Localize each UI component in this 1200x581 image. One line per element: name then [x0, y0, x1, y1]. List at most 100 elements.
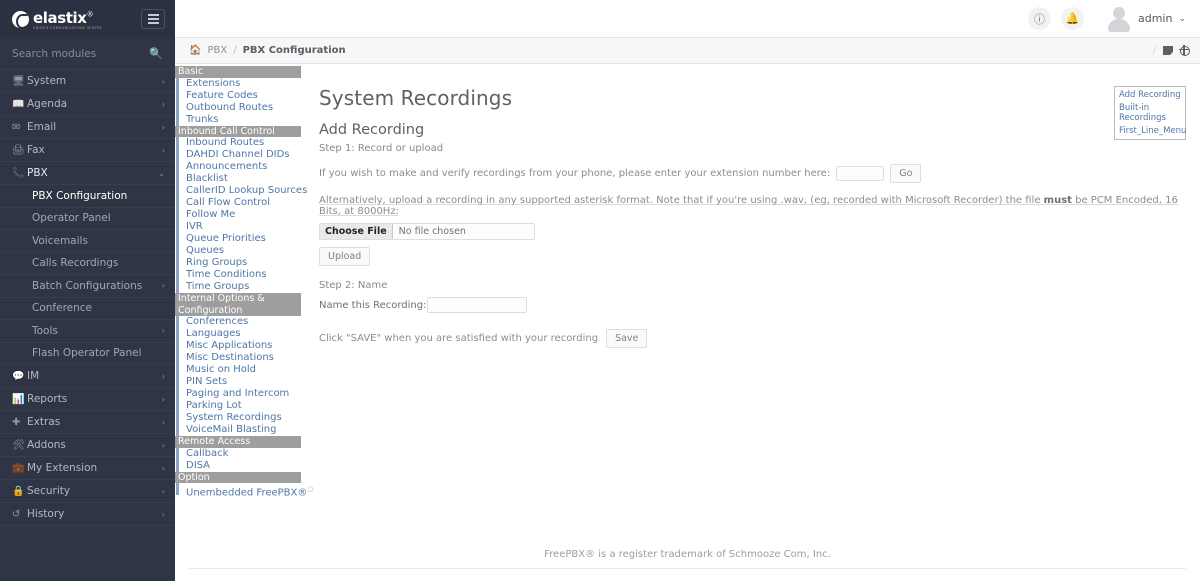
fpbx-link-callback[interactable]: Callback: [176, 447, 301, 460]
recording-name-input[interactable]: [426, 297, 527, 313]
chevron-right-icon: ›: [161, 122, 165, 132]
sidebar-item-reports[interactable]: 📊 Reports ›: [0, 388, 175, 411]
fpbx-link-conferences[interactable]: Conferences: [176, 316, 301, 328]
fpbx-link-ring-groups[interactable]: Ring Groups: [176, 257, 301, 269]
sidebar-item-operator-panel[interactable]: Operator Panel: [0, 207, 175, 230]
app-root: elastix® UNIFIED COMMUNICATIONS SERVER 🔍…: [0, 0, 1200, 581]
fpbx-link-misc-applications[interactable]: Misc Applications: [176, 340, 301, 352]
choose-file-button[interactable]: Choose File: [320, 224, 393, 239]
sidebar-item-label: Fax: [27, 144, 45, 156]
recordings-list-box: Add Recording Built-in Recordings First_…: [1114, 86, 1186, 140]
bell-icon[interactable]: 🔔: [1060, 7, 1084, 30]
elastix-logo[interactable]: elastix® UNIFIED COMMUNICATIONS SERVER: [12, 8, 102, 30]
sidebar-item-addons[interactable]: 🛠 Addons ›: [0, 434, 175, 457]
fpbx-link-blacklist[interactable]: Blacklist: [176, 173, 301, 185]
chevron-right-icon: ›: [161, 486, 165, 496]
hamburger-icon[interactable]: [141, 9, 165, 29]
fpbx-link-voicemail-blasting[interactable]: VoiceMail Blasting: [176, 424, 301, 436]
sidebar-item-email[interactable]: ✉ Email ›: [0, 116, 175, 139]
alt-upload-instruction: Alternatively, upload a recording in any…: [319, 195, 1200, 217]
file-picker-row: Choose File No file chosen: [319, 223, 1200, 240]
fpbx-link-call-flow-control[interactable]: Call Flow Control: [176, 197, 301, 209]
extension-input[interactable]: [836, 166, 885, 181]
sidebar-item-extras[interactable]: ✚ Extras ›: [0, 411, 175, 434]
go-button[interactable]: Go: [890, 164, 922, 183]
save-button[interactable]: Save: [606, 329, 648, 348]
cut-off-text: [175, 569, 1200, 581]
fpbx-group-header: Internal Options & Configuration: [175, 293, 301, 316]
sidebar-subitem-label: PBX Configuration: [32, 189, 128, 202]
sidebar-item-tools[interactable]: Tools ›: [0, 320, 175, 343]
fpbx-link-dahdi-channel-dids[interactable]: DAHDI Channel DIDs: [176, 149, 301, 161]
fpbx-link-time-conditions[interactable]: Time Conditions: [176, 269, 301, 281]
sidebar-item-im[interactable]: 💬 IM ›: [0, 365, 175, 388]
sidebar-item-security[interactable]: 🔒 Security ›: [0, 480, 175, 503]
breadcrumb-item-pbx[interactable]: PBX: [207, 45, 227, 56]
save-hint: Click "SAVE" when you are satisfied with…: [319, 333, 599, 344]
sidebar-item-my-extension[interactable]: 💼 My Extension ›: [0, 457, 175, 480]
sidebar-item-label: Email: [27, 121, 57, 133]
upload-button[interactable]: Upload: [319, 247, 371, 266]
sidebar-item-pbx-configuration[interactable]: PBX Configuration: [0, 185, 175, 208]
fpbx-link-unembedded-freepbx[interactable]: Unembedded FreePBX®○: [176, 483, 314, 498]
fpbx-link-callerid-lookup-sources[interactable]: CallerID Lookup Sources: [176, 185, 307, 197]
info-icon[interactable]: ⓘ: [1027, 7, 1051, 30]
phone-instruction: If you wish to make and verify recording…: [319, 168, 831, 179]
sidebar-subitem-label: Conference: [32, 302, 93, 315]
fpbx-link-languages[interactable]: Languages: [176, 328, 301, 340]
sidebar-item-conference[interactable]: Conference: [0, 297, 175, 320]
monitor-icon: 🖥: [12, 75, 25, 87]
recording-link-first-line-menu[interactable]: First_Line_Menu: [1119, 126, 1186, 136]
fpbx-link-follow-me[interactable]: Follow Me: [176, 209, 301, 221]
sidebar-item-agenda[interactable]: 📖 Agenda ›: [0, 93, 175, 116]
fpbx-link-parking-lot[interactable]: Parking Lot: [176, 400, 301, 412]
fpbx-link-misc-destinations[interactable]: Misc Destinations: [176, 352, 301, 364]
chevron-right-icon: ›: [161, 440, 165, 450]
step2-label: Step 2: Name: [319, 280, 388, 291]
fpbx-link-extensions[interactable]: Extensions: [176, 77, 301, 90]
sidebar-subitem-label: Voicemails: [32, 234, 88, 247]
recording-name-row: Name this Recording:: [319, 297, 1200, 313]
fpbx-link-disa[interactable]: DISA: [176, 459, 301, 472]
fpbx-link-trunks[interactable]: Trunks: [176, 113, 301, 126]
sidebar-item-flash-operator-panel[interactable]: Flash Operator Panel: [0, 342, 175, 365]
fpbx-link-queues[interactable]: Queues: [176, 245, 301, 257]
fpbx-link-system-recordings[interactable]: System Recordings: [176, 412, 301, 424]
sidebar-item-history[interactable]: ↺ History ›: [0, 503, 175, 526]
sidebar-item-fax[interactable]: 🖨 Fax ›: [0, 139, 175, 162]
fpbx-link-pin-sets[interactable]: PIN Sets: [176, 376, 301, 388]
sidebar-item-label: PBX: [27, 167, 48, 179]
fpbx-link-paging-and-intercom[interactable]: Paging and Intercom: [176, 388, 301, 400]
fpbx-link-outbound-routes[interactable]: Outbound Routes: [176, 101, 301, 114]
sidebar-subitem-label: Tools: [32, 324, 58, 337]
fpbx-link-queue-priorities[interactable]: Queue Priorities: [176, 233, 301, 245]
sidebar-item-voicemails[interactable]: Voicemails: [0, 230, 175, 253]
lock-icon: 🔒: [12, 485, 25, 497]
user-menu[interactable]: admin ⌄: [1106, 6, 1186, 32]
fpbx-link-feature-codes[interactable]: Feature Codes: [176, 89, 301, 102]
footer: FreePBX® is a register trademark of Schm…: [175, 549, 1200, 568]
recording-link-add-recording[interactable]: Add Recording: [1119, 90, 1181, 100]
file-input[interactable]: Choose File No file chosen: [319, 223, 535, 240]
search-input[interactable]: [12, 47, 150, 60]
note-icon[interactable]: [1163, 46, 1173, 55]
fpbx-link-time-groups[interactable]: Time Groups: [176, 281, 301, 293]
alt-instruction-pre: Alternatively, upload a recording in any…: [319, 195, 1044, 206]
chat-icon: 💬: [12, 370, 25, 382]
fpbx-link-announcements[interactable]: Announcements: [176, 161, 301, 173]
file-status-text: No file chosen: [398, 226, 466, 237]
sidebar-item-batch-configurations[interactable]: Batch Configurations ›: [0, 275, 175, 298]
breadcrumb-item-pbx-configuration: PBX Configuration: [242, 45, 346, 56]
globe-icon[interactable]: [1179, 44, 1190, 56]
sidebar-item-pbx[interactable]: 📞 PBX ⌄: [0, 162, 175, 185]
sidebar-item-calls-recordings[interactable]: Calls Recordings: [0, 252, 175, 275]
home-icon[interactable]: 🏠: [189, 45, 201, 56]
breadcrumb-right-slash: /: [1152, 45, 1156, 56]
sidebar-item-system[interactable]: 🖥 System ›: [0, 70, 175, 93]
fpbx-link-music-on-hold[interactable]: Music on Hold: [176, 364, 301, 376]
save-row: Click "SAVE" when you are satisfied with…: [319, 329, 1200, 348]
search-icon[interactable]: 🔍: [149, 47, 163, 60]
fpbx-link-ivr[interactable]: IVR: [176, 221, 301, 233]
recording-link-built-in-recordings[interactable]: Built-in Recordings: [1119, 103, 1181, 123]
fpbx-link-inbound-routes[interactable]: Inbound Routes: [176, 137, 301, 149]
